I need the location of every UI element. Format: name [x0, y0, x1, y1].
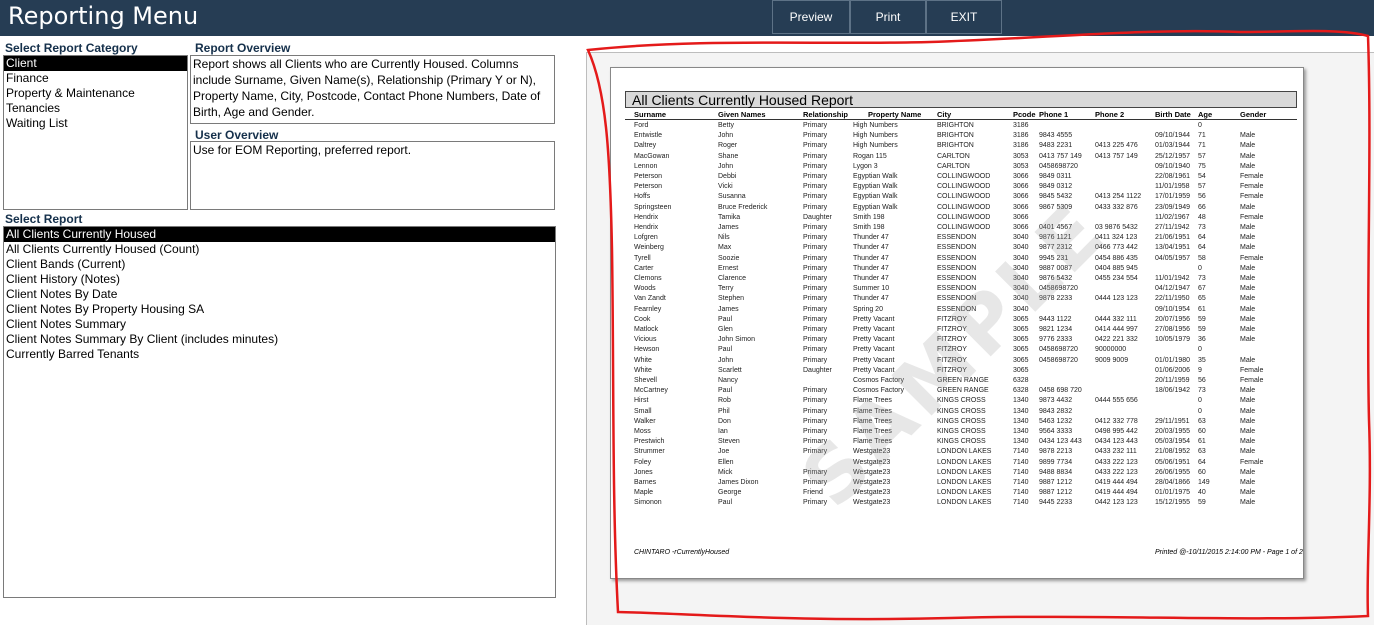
red-annotation — [586, 29, 1372, 621]
annotation-outline — [586, 29, 1372, 621]
